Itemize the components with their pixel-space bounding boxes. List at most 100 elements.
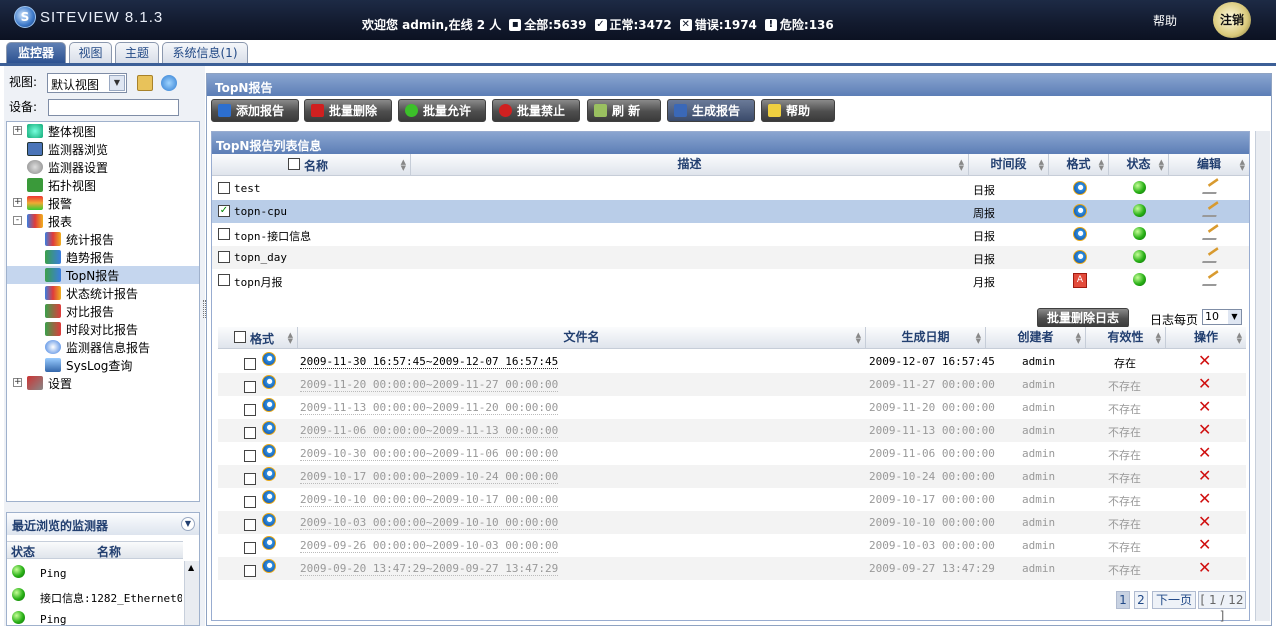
col-edit[interactable]: 编辑 ▲ ▼ [1169, 154, 1249, 176]
tree-item-syslog-query[interactable]: SysLog查询 [45, 356, 132, 374]
page-2-button[interactable]: 2 [1134, 591, 1148, 609]
status-ok-icon[interactable] [1133, 250, 1146, 263]
collapse-chevron-icon[interactable]: ▼ [181, 517, 195, 531]
device-input[interactable] [48, 99, 179, 116]
col-period[interactable]: 时间段 ▲ ▼ [969, 154, 1049, 176]
log-row[interactable]: 2009-09-26 00:00:00~2009-10-03 00:00:00 2… [218, 534, 1246, 557]
refresh-button[interactable]: 刷 新 [587, 99, 661, 122]
report-row[interactable]: test 日报 [212, 177, 1249, 200]
tab-monitors[interactable]: 监控器 [6, 42, 66, 64]
col-creator[interactable]: 创建者 ▲ ▼ [986, 327, 1086, 349]
batch-forbid-button[interactable]: 批量禁止 [492, 99, 580, 122]
sort-icon[interactable]: ▲ ▼ [1099, 159, 1104, 172]
sort-icon[interactable]: ▲ ▼ [1156, 332, 1161, 345]
col-description[interactable]: 描述 ▲ ▼ [411, 154, 969, 176]
log-checkbox[interactable] [244, 565, 256, 577]
next-page-button[interactable]: 下一页 [1152, 591, 1196, 609]
sort-icon[interactable]: ▲ ▼ [1039, 159, 1044, 172]
add-report-button[interactable]: 添加报告 [211, 99, 299, 122]
col-generate-date[interactable]: 生成日期 ▲ ▼ [866, 327, 986, 349]
delete-x-icon[interactable]: ✕ [1198, 422, 1211, 438]
col-file-name[interactable]: 文件名 ▲ ▼ [298, 327, 866, 349]
tree-item-trend-report[interactable]: 趋势报告 [45, 248, 114, 266]
open-folder-icon[interactable] [137, 75, 153, 91]
log-checkbox[interactable] [244, 542, 256, 554]
row-checkbox[interactable] [218, 228, 230, 240]
log-checkbox[interactable] [244, 450, 256, 462]
tree-item-overall-view[interactable]: + 整体视图 [13, 122, 96, 140]
expand-plus-icon[interactable]: + [13, 198, 22, 207]
recent-scrollbar[interactable]: ▲ [184, 561, 199, 625]
refresh-icon[interactable] [161, 75, 177, 91]
sort-icon[interactable]: ▲ ▼ [401, 159, 406, 172]
sort-icon[interactable]: ▲ ▼ [1237, 332, 1242, 345]
status-ok-icon[interactable] [1133, 181, 1146, 194]
log-checkbox[interactable] [244, 381, 256, 393]
row-checkbox[interactable] [218, 274, 230, 286]
recent-row[interactable]: Ping [7, 563, 183, 585]
tree-item-settings[interactable]: + 设置 [13, 374, 72, 392]
log-checkbox[interactable] [244, 496, 256, 508]
page-1-button[interactable]: 1 [1116, 591, 1130, 609]
log-file-link[interactable]: 2009-09-20 13:47:29~2009-09-27 13:47:29 [300, 562, 559, 576]
log-row[interactable]: 2009-10-30 00:00:00~2009-11-06 00:00:00 2… [218, 442, 1246, 465]
tree-item-status-stat-report[interactable]: 状态统计报告 [45, 284, 138, 302]
delete-x-icon[interactable]: ✕ [1198, 468, 1211, 484]
col-format[interactable]: 格式 ▲ ▼ [1049, 154, 1109, 176]
report-row[interactable]: ✓ topn-cpu 周报 [212, 200, 1249, 223]
log-checkbox[interactable] [244, 519, 256, 531]
row-checkbox[interactable] [218, 182, 230, 194]
sort-icon[interactable]: ▲ ▼ [959, 159, 964, 172]
log-file-link[interactable]: 2009-10-10 00:00:00~2009-10-17 00:00:00 [300, 493, 559, 507]
tab-system-info[interactable]: 系统信息(1) [162, 42, 248, 64]
logout-button[interactable]: 注销 [1213, 2, 1251, 38]
minimize-icon[interactable] [1024, 70, 1034, 73]
tree-item-monitor-settings[interactable]: 监测器设置 [27, 158, 108, 176]
tree-item-monitor-info-report[interactable]: 监测器信息报告 [45, 338, 150, 356]
log-file-link[interactable]: 2009-10-03 00:00:00~2009-10-10 00:00:00 [300, 516, 559, 530]
status-ok-icon[interactable] [1133, 227, 1146, 240]
report-name[interactable]: topn_day [234, 251, 287, 264]
edit-icon[interactable] [1202, 180, 1220, 194]
log-file-link[interactable]: 2009-11-30 16:57:45~2009-12-07 16:57:45 [300, 355, 559, 369]
log-checkbox[interactable] [244, 404, 256, 416]
row-checkbox[interactable] [218, 251, 230, 263]
sort-icon[interactable]: ▲ ▼ [1159, 159, 1164, 172]
edit-icon[interactable] [1202, 272, 1220, 286]
delete-x-icon[interactable]: ✕ [1198, 399, 1211, 415]
generate-report-button[interactable]: 生成报告 [667, 99, 755, 122]
report-row[interactable]: topn_day 日报 [212, 246, 1249, 269]
tree-item-monitor-browse[interactable]: 监测器浏览 [27, 140, 108, 158]
log-row[interactable]: 2009-10-17 00:00:00~2009-10-24 00:00:00 2… [218, 465, 1246, 488]
tree-item-alerts[interactable]: + 报警 [13, 194, 72, 212]
main-scrollbar[interactable] [1255, 131, 1270, 621]
log-row[interactable]: 2009-10-03 00:00:00~2009-10-10 00:00:00 2… [218, 511, 1246, 534]
status-ok-icon[interactable] [1133, 204, 1146, 217]
report-name[interactable]: topn-cpu [234, 205, 287, 218]
select-all-logs-checkbox[interactable] [234, 331, 246, 343]
delete-x-icon[interactable]: ✕ [1198, 445, 1211, 461]
log-checkbox[interactable] [244, 358, 256, 370]
sort-icon[interactable]: ▲ ▼ [1076, 332, 1081, 345]
edit-icon[interactable] [1202, 249, 1220, 263]
tab-theme[interactable]: 主题 [115, 42, 159, 64]
report-row[interactable]: topn月报 月报 A [212, 269, 1249, 292]
edit-icon[interactable] [1202, 203, 1220, 217]
log-row[interactable]: 2009-09-20 13:47:29~2009-09-27 13:47:29 2… [218, 557, 1246, 580]
log-file-link[interactable]: 2009-11-20 00:00:00~2009-11-27 00:00:00 [300, 378, 559, 392]
sort-icon[interactable]: ▲ ▼ [288, 332, 293, 345]
tree-item-topn-report[interactable]: TopN报告 [7, 266, 199, 284]
log-row[interactable]: 2009-11-20 00:00:00~2009-11-27 00:00:00 2… [218, 373, 1246, 396]
collapse-minus-icon[interactable]: - [13, 216, 22, 225]
log-file-link[interactable]: 2009-10-17 00:00:00~2009-10-24 00:00:00 [300, 470, 559, 484]
col-status[interactable]: 状态 ▲ ▼ [1109, 154, 1169, 176]
log-row[interactable]: 2009-11-06 00:00:00~2009-11-13 00:00:00 2… [218, 419, 1246, 442]
report-name[interactable]: test [234, 182, 261, 195]
per-page-select[interactable]: 10 ▼ [1202, 309, 1242, 325]
report-name[interactable]: topn月报 [234, 274, 283, 290]
log-row[interactable]: 2009-11-30 16:57:45~2009-12-07 16:57:45 2… [218, 350, 1246, 373]
help-link[interactable]: 帮助 [1153, 12, 1177, 29]
log-file-link[interactable]: 2009-11-06 00:00:00~2009-11-13 00:00:00 [300, 424, 559, 438]
edit-icon[interactable] [1202, 226, 1220, 240]
batch-allow-button[interactable]: 批量允许 [398, 99, 486, 122]
